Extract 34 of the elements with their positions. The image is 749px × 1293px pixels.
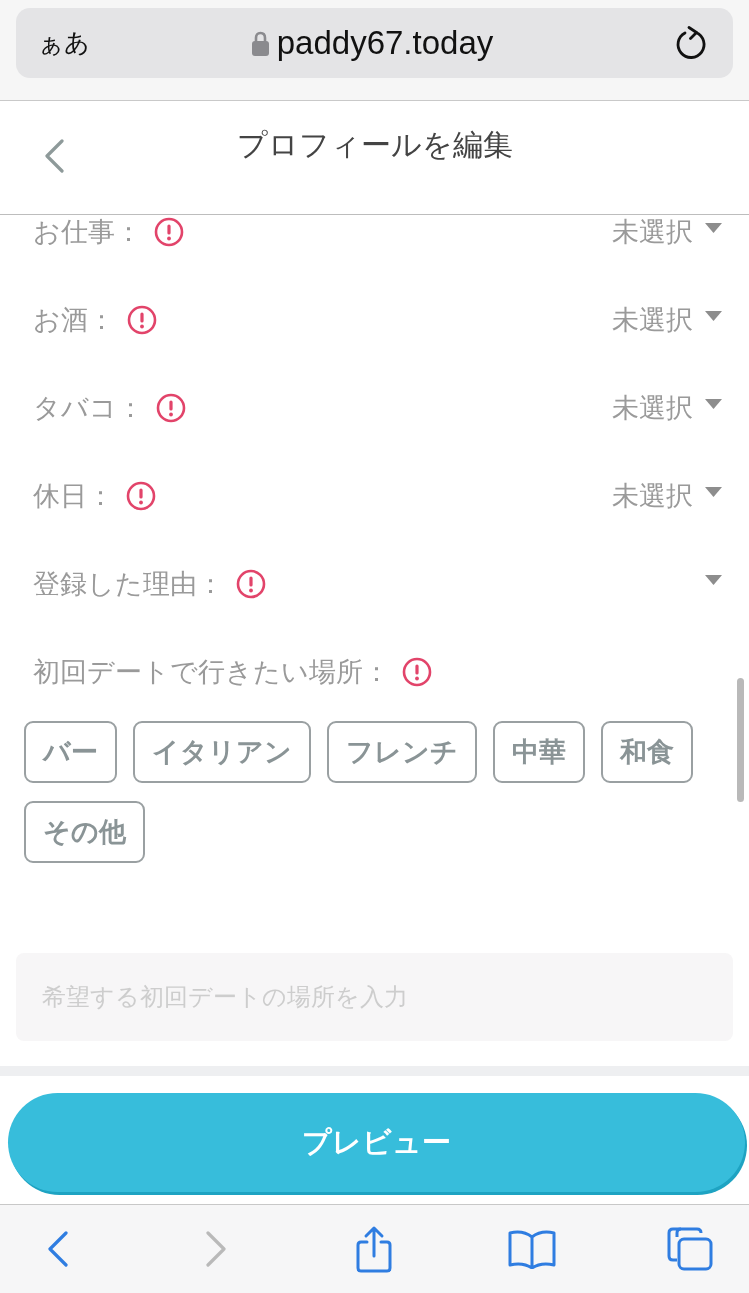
caret-down-icon	[705, 487, 722, 497]
field-label: 休日：	[33, 479, 114, 513]
lock-icon	[251, 30, 269, 56]
address-bar[interactable]: ぁあ paddy67.today	[16, 8, 733, 78]
caret-down-icon	[705, 311, 722, 321]
field-label: お酒：	[33, 303, 115, 337]
field-label: タバコ：	[33, 391, 144, 425]
url-text[interactable]: paddy67.today	[276, 24, 494, 62]
select-dropdown[interactable]: 未選択	[612, 303, 722, 337]
option-chip[interactable]: バー	[24, 721, 117, 783]
chevron-right-icon	[204, 1231, 228, 1267]
caret-down-icon	[705, 399, 722, 409]
reload-button[interactable]	[675, 26, 707, 60]
text-size-button[interactable]: ぁあ	[38, 26, 90, 60]
option-chip[interactable]: 和食	[601, 721, 693, 783]
select-dropdown[interactable]: 未選択	[612, 215, 722, 249]
option-chip[interactable]: 中華	[493, 721, 585, 783]
caret-down-icon	[705, 575, 722, 585]
option-chip[interactable]: その他	[24, 801, 145, 863]
option-chip[interactable]: フレンチ	[327, 721, 477, 783]
book-icon	[507, 1229, 557, 1269]
preview-button[interactable]: プレビュー	[8, 1093, 745, 1192]
select-dropdown[interactable]: 未選択	[612, 391, 722, 425]
field-label: 初回デートで行きたい場所：	[33, 655, 390, 689]
reload-icon	[675, 26, 707, 60]
share-icon	[354, 1225, 394, 1273]
field-label: 登録した理由：	[33, 567, 224, 601]
option-chip[interactable]: イタリアン	[133, 721, 311, 783]
chevron-left-icon	[46, 1231, 70, 1267]
select-dropdown[interactable]: 未選択	[612, 479, 722, 513]
tabs-icon	[667, 1227, 713, 1271]
page-title: プロフィールを編集	[236, 126, 513, 164]
field-label: お仕事：	[33, 215, 142, 249]
caret-down-icon	[705, 223, 722, 233]
